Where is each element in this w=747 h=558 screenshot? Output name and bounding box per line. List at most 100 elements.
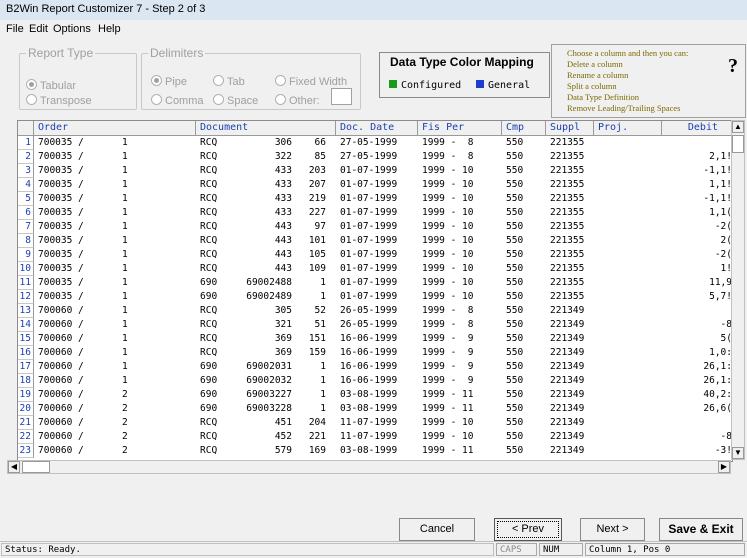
row-number[interactable]: 18	[18, 374, 34, 388]
cell-doc-line[interactable]: 1	[292, 276, 326, 290]
table-row[interactable]: 6 700035 /1 RCQ 433 227 01-07-1999 1999 - 10 55…	[18, 206, 732, 220]
cell-proj[interactable]	[598, 360, 658, 374]
cell-proj[interactable]	[598, 178, 658, 192]
cell-doc-line[interactable]: 219	[292, 192, 326, 206]
cell-doc-number[interactable]: 69002032	[228, 374, 292, 388]
cell-suppl[interactable]: 221355	[550, 206, 596, 220]
cell-doc-date[interactable]: 03-08-1999	[340, 402, 418, 416]
data-grid[interactable]: Order Document Doc. Date Fis Per Cmp Sup…	[17, 120, 733, 462]
cell-debit[interactable]: 26,6(	[666, 402, 732, 416]
cell-order[interactable]: 700035 /	[38, 164, 106, 178]
cell-doc-line[interactable]: 1	[292, 290, 326, 304]
cell-doc-number[interactable]: 433	[228, 178, 292, 192]
delimiter-comma-radio[interactable]: Comma	[151, 94, 204, 107]
row-number[interactable]: 16	[18, 346, 34, 360]
scroll-down-arrow-icon[interactable]: ▼	[732, 447, 744, 459]
next-button[interactable]: Next >	[580, 518, 645, 541]
cell-proj[interactable]	[598, 234, 658, 248]
cell-order[interactable]: 700060 /	[38, 402, 106, 416]
cell-order[interactable]: 700035 /	[38, 234, 106, 248]
cell-debit[interactable]: 26,1:	[666, 374, 732, 388]
cell-order-line[interactable]: 1	[108, 192, 146, 206]
row-number[interactable]: 2	[18, 150, 34, 164]
delimiter-space-radio[interactable]: Space	[213, 94, 258, 107]
cell-fis-per[interactable]: 1999 - 10	[422, 276, 502, 290]
row-number[interactable]: 22	[18, 430, 34, 444]
cell-suppl[interactable]: 221349	[550, 444, 596, 458]
row-number[interactable]: 7	[18, 220, 34, 234]
cell-debit[interactable]: 1,1(	[666, 206, 732, 220]
cell-debit[interactable]: -1,1!	[666, 164, 732, 178]
cell-order[interactable]: 700035 /	[38, 206, 106, 220]
cell-doc-number[interactable]: 443	[228, 262, 292, 276]
cell-cmp[interactable]: 550	[506, 220, 546, 234]
cell-doc-line[interactable]: 159	[292, 346, 326, 360]
cell-order-line[interactable]: 2	[108, 402, 146, 416]
cell-doc-date[interactable]: 16-06-1999	[340, 374, 418, 388]
cell-doc-line[interactable]: 204	[292, 416, 326, 430]
menu-options[interactable]: Options	[53, 23, 91, 35]
cell-cmp[interactable]: 550	[506, 444, 546, 458]
cell-fis-per[interactable]: 1999 - 10	[422, 234, 502, 248]
cell-order[interactable]: 700035 /	[38, 248, 106, 262]
cell-debit[interactable]: 1,0:	[666, 346, 732, 360]
cell-doc-number[interactable]: 305	[228, 304, 292, 318]
cell-order-line[interactable]: 1	[108, 304, 146, 318]
cell-debit[interactable]: 5,7!	[666, 290, 732, 304]
horizontal-scrollbar[interactable]: ◀ ▶	[7, 460, 731, 474]
cell-fis-per[interactable]: 1999 - 11	[422, 402, 502, 416]
cell-proj[interactable]	[598, 136, 658, 150]
cell-doc-number[interactable]: 69003228	[228, 402, 292, 416]
row-number[interactable]: 10	[18, 262, 34, 276]
cell-debit[interactable]: 11,9	[666, 276, 732, 290]
cell-order-line[interactable]: 1	[108, 360, 146, 374]
cell-doc-date[interactable]: 01-07-1999	[340, 178, 418, 192]
delimiter-other-radio[interactable]: Other:	[275, 94, 320, 107]
cell-proj[interactable]	[598, 430, 658, 444]
cell-fis-per[interactable]: 1999 - 8	[422, 304, 502, 318]
prev-button[interactable]: < Prev	[494, 518, 562, 541]
cell-order-line[interactable]: 2	[108, 416, 146, 430]
cell-cmp[interactable]: 550	[506, 136, 546, 150]
cell-suppl[interactable]: 221349	[550, 318, 596, 332]
delimiter-pipe-radio[interactable]: Pipe	[151, 75, 187, 88]
cell-doc-date[interactable]: 01-07-1999	[340, 248, 418, 262]
cell-doc-line[interactable]: 105	[292, 248, 326, 262]
cell-fis-per[interactable]: 1999 - 10	[422, 290, 502, 304]
cell-order[interactable]: 700060 /	[38, 360, 106, 374]
cell-suppl[interactable]: 221355	[550, 178, 596, 192]
cell-doc-line[interactable]: 66	[292, 136, 326, 150]
cell-doc-number[interactable]: 369	[228, 346, 292, 360]
cell-fis-per[interactable]: 1999 - 10	[422, 192, 502, 206]
table-row[interactable]: 10 700035 /1 RCQ 443 109 01-07-1999 1999 - 10 5…	[18, 262, 732, 276]
cell-doc-line[interactable]: 203	[292, 164, 326, 178]
row-number[interactable]: 1	[18, 136, 34, 150]
cell-doc-date[interactable]: 11-07-1999	[340, 430, 418, 444]
cell-order-line[interactable]: 1	[108, 276, 146, 290]
scroll-up-arrow-icon[interactable]: ▲	[732, 121, 744, 133]
cell-debit[interactable]: 2,1!	[666, 150, 732, 164]
col-header-doc-date[interactable]: Doc. Date	[336, 121, 418, 135]
cell-order[interactable]: 700060 /	[38, 388, 106, 402]
cell-debit[interactable]: -2(	[666, 248, 732, 262]
cell-doc-number[interactable]: 443	[228, 220, 292, 234]
cell-doc-date[interactable]: 16-06-1999	[340, 360, 418, 374]
table-row[interactable]: 16 700060 /1 RCQ 369 159 16-06-1999 1999 - 9 55…	[18, 346, 732, 360]
table-row[interactable]: 17 700060 /1 690 69002031 1 16-06-1999 1999 - …	[18, 360, 732, 374]
table-row[interactable]: 14 700060 /1 RCQ 321 51 26-05-1999 1999 - 8 550…	[18, 318, 732, 332]
cell-cmp[interactable]: 550	[506, 388, 546, 402]
cell-proj[interactable]	[598, 304, 658, 318]
cell-cmp[interactable]: 550	[506, 178, 546, 192]
cell-doc-number[interactable]: 433	[228, 164, 292, 178]
cell-suppl[interactable]: 221355	[550, 248, 596, 262]
cell-fis-per[interactable]: 1999 - 8	[422, 318, 502, 332]
cell-proj[interactable]	[598, 276, 658, 290]
row-number[interactable]: 15	[18, 332, 34, 346]
cancel-button[interactable]: Cancel	[399, 518, 475, 541]
cell-debit[interactable]: -8	[666, 318, 732, 332]
cell-order[interactable]: 700060 /	[38, 374, 106, 388]
cell-order-line[interactable]: 1	[108, 318, 146, 332]
row-number[interactable]: 21	[18, 416, 34, 430]
row-number[interactable]: 13	[18, 304, 34, 318]
cell-proj[interactable]	[598, 318, 658, 332]
